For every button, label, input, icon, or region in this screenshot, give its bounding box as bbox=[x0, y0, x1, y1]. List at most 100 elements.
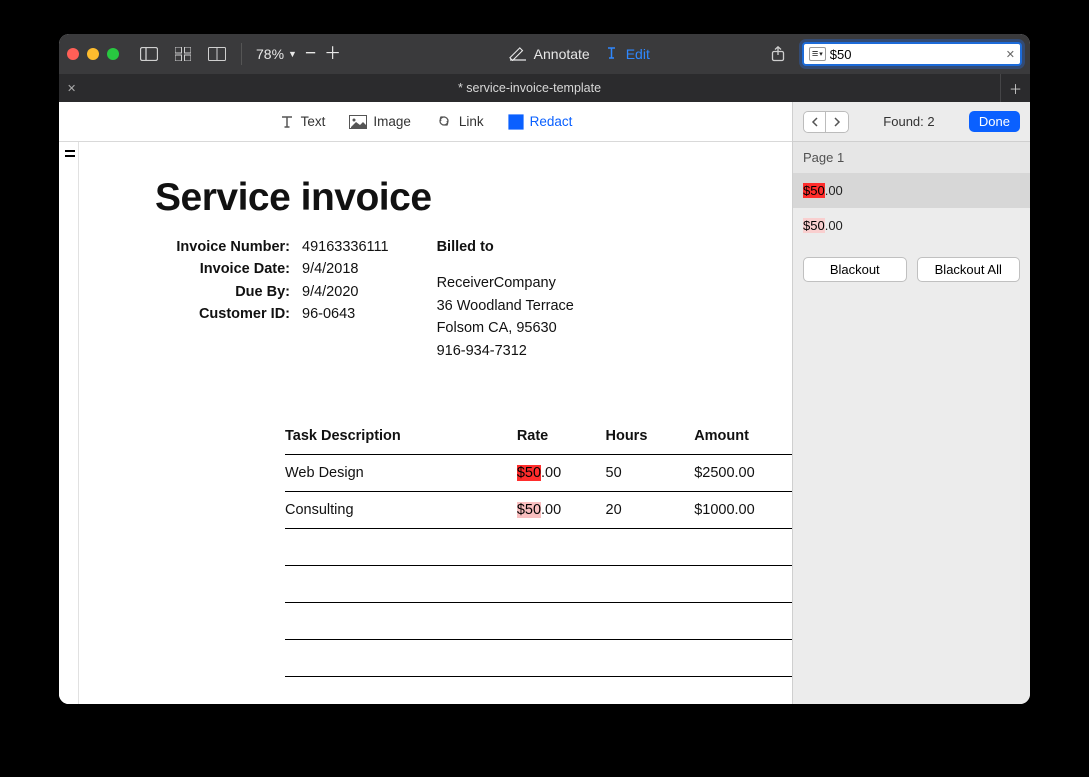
billed-to: Billed to ReceiverCompany 36 Woodland Te… bbox=[437, 236, 574, 362]
cell-hours: 50 bbox=[606, 455, 695, 492]
result-nav bbox=[803, 111, 849, 133]
app-window: 78% ▼ − ＋ Annotate Edit ≡▾ ✕ ✕ * bbox=[59, 34, 1030, 704]
customer-id-label: Customer ID: bbox=[155, 303, 290, 325]
search-result[interactable]: $50.00 bbox=[793, 208, 1030, 243]
col-rate: Rate bbox=[517, 422, 606, 455]
sidebar-header: Found: 2 Done bbox=[793, 102, 1030, 142]
col-amount: Amount bbox=[694, 422, 792, 455]
billed-to-label: Billed to bbox=[437, 236, 574, 258]
invoice-date-value: 9/4/2018 bbox=[302, 258, 358, 280]
invoice-table: Task Description Rate Hours Amount Web D… bbox=[285, 422, 792, 677]
table-row-blank bbox=[285, 603, 792, 640]
pencil-icon bbox=[509, 47, 527, 61]
text-tool-label: Text bbox=[301, 114, 326, 129]
search-scope-icon[interactable]: ≡▾ bbox=[809, 47, 826, 61]
doc-meta: Invoice Number: 49163336111 Invoice Date:… bbox=[155, 236, 766, 362]
billed-street: 36 Woodland Terrace bbox=[437, 295, 574, 317]
invoice-meta: Invoice Number: 49163336111 Invoice Date:… bbox=[155, 236, 389, 362]
document-stage[interactable]: Service invoice Invoice Number: 491633361… bbox=[59, 142, 792, 704]
table-row: Web Design$50.0050$2500.00 bbox=[285, 455, 792, 492]
close-tab-icon[interactable]: ✕ bbox=[67, 82, 76, 95]
due-by-value: 9/4/2020 bbox=[302, 281, 358, 303]
next-result-button[interactable] bbox=[826, 112, 848, 132]
cell-task: Consulting bbox=[285, 492, 517, 529]
minimize-window-button[interactable] bbox=[87, 48, 99, 60]
zoom-dropdown[interactable]: 78% ▼ bbox=[256, 46, 297, 62]
image-tool[interactable]: Image bbox=[349, 114, 411, 129]
left-ruler bbox=[59, 142, 79, 704]
chevron-right-icon bbox=[833, 117, 841, 127]
table-row-blank bbox=[285, 566, 792, 603]
link-tool[interactable]: Link bbox=[435, 114, 484, 129]
tab-bar: ✕ * service-invoice-template ＋ bbox=[59, 74, 1030, 102]
prev-result-button[interactable] bbox=[804, 112, 826, 132]
clear-search-icon[interactable]: ✕ bbox=[1006, 48, 1015, 61]
results-list: Page 1 $50.00$50.00 Blackout Blackout Al… bbox=[793, 142, 1030, 704]
billed-phone: 916-934-7312 bbox=[437, 340, 574, 362]
document-tab[interactable]: ✕ * service-invoice-template bbox=[59, 74, 1000, 102]
window-controls bbox=[67, 48, 119, 60]
search-sidebar: Found: 2 Done Page 1 $50.00$50.00 Blacko… bbox=[793, 102, 1030, 704]
found-count: Found: 2 bbox=[857, 114, 961, 129]
toolbar-divider bbox=[241, 43, 242, 65]
redact-actions: Blackout Blackout All bbox=[793, 243, 1030, 296]
cell-rate: $50.00 bbox=[517, 492, 606, 529]
chevron-left-icon bbox=[811, 117, 819, 127]
grid-view-icon[interactable] bbox=[173, 47, 193, 61]
redact-tool-label: Redact bbox=[530, 114, 573, 129]
zoom-window-button[interactable] bbox=[107, 48, 119, 60]
new-tab-button[interactable]: ＋ bbox=[1000, 74, 1030, 102]
content-area: Text Image Link Redact Service bbox=[59, 102, 1030, 704]
results-page-header: Page 1 bbox=[793, 142, 1030, 173]
annotate-button[interactable]: Annotate bbox=[509, 46, 590, 62]
tab-title: * service-invoice-template bbox=[458, 81, 601, 95]
search-result[interactable]: $50.00 bbox=[793, 173, 1030, 208]
invoice-number-label: Invoice Number: bbox=[155, 236, 290, 258]
edit-tools: Text Image Link Redact bbox=[59, 102, 792, 142]
doc-title: Service invoice bbox=[155, 176, 766, 220]
blackout-button[interactable]: Blackout bbox=[803, 257, 907, 282]
document-page: Service invoice Invoice Number: 491633361… bbox=[79, 142, 792, 704]
due-by-label: Due By: bbox=[155, 281, 290, 303]
redact-tool[interactable]: Redact bbox=[508, 114, 573, 130]
cell-amount: $2500.00 bbox=[694, 455, 792, 492]
image-tool-label: Image bbox=[373, 114, 411, 129]
edit-label: Edit bbox=[626, 46, 650, 62]
chevron-down-icon: ▼ bbox=[288, 49, 297, 59]
blackout-all-button[interactable]: Blackout All bbox=[917, 257, 1021, 282]
annotate-label: Annotate bbox=[534, 46, 590, 62]
table-row-blank bbox=[285, 640, 792, 677]
sidebar-toggle-icon[interactable] bbox=[139, 47, 159, 61]
cell-hours: 20 bbox=[606, 492, 695, 529]
billed-name: ReceiverCompany bbox=[437, 272, 574, 294]
cell-amount: $1000.00 bbox=[694, 492, 792, 529]
text-icon bbox=[279, 114, 295, 130]
customer-id-value: 96-0643 bbox=[302, 303, 355, 325]
col-task: Task Description bbox=[285, 422, 517, 455]
link-icon bbox=[435, 116, 453, 128]
two-page-view-icon[interactable] bbox=[207, 47, 227, 61]
share-icon[interactable] bbox=[768, 46, 788, 62]
close-window-button[interactable] bbox=[67, 48, 79, 60]
document-pane: Text Image Link Redact Service bbox=[59, 102, 793, 704]
col-hours: Hours bbox=[606, 422, 695, 455]
redact-icon bbox=[508, 114, 524, 130]
search-input[interactable] bbox=[830, 47, 1006, 62]
cell-task: Web Design bbox=[285, 455, 517, 492]
titlebar: 78% ▼ − ＋ Annotate Edit ≡▾ ✕ bbox=[59, 34, 1030, 74]
done-button[interactable]: Done bbox=[969, 111, 1020, 132]
zoom-controls: 78% ▼ − ＋ bbox=[256, 46, 341, 62]
image-icon bbox=[349, 115, 367, 129]
invoice-date-label: Invoice Date: bbox=[155, 258, 290, 280]
cell-rate: $50.00 bbox=[517, 455, 606, 492]
edit-button[interactable]: Edit bbox=[604, 46, 650, 62]
table-row-blank bbox=[285, 529, 792, 566]
zoom-value-label: 78% bbox=[256, 46, 284, 62]
search-field[interactable]: ≡▾ ✕ bbox=[802, 42, 1022, 66]
billed-city: Folsom CA, 95630 bbox=[437, 317, 574, 339]
table-row: Consulting$50.0020$1000.00 bbox=[285, 492, 792, 529]
text-tool[interactable]: Text bbox=[279, 114, 326, 130]
edit-text-icon bbox=[604, 46, 619, 62]
link-tool-label: Link bbox=[459, 114, 484, 129]
invoice-number-value: 49163336111 bbox=[302, 236, 389, 258]
